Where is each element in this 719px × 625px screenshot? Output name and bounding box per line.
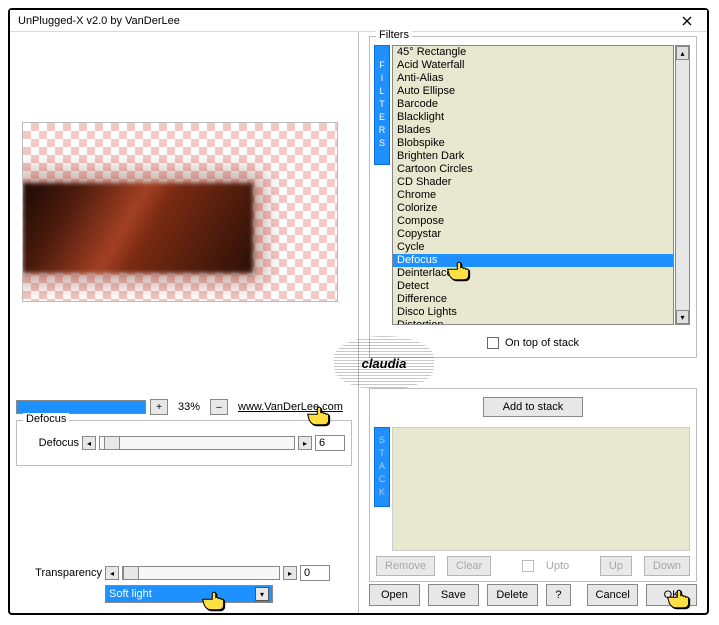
scroll-up-button[interactable]: ▴ xyxy=(676,46,689,60)
open-button[interactable]: Open xyxy=(369,584,420,606)
filter-item[interactable]: Defocus xyxy=(393,254,673,267)
filter-item[interactable]: Blades xyxy=(393,124,673,137)
stack-vtab[interactable]: STACK xyxy=(374,427,390,507)
close-icon xyxy=(682,16,692,26)
defocus-value-input[interactable] xyxy=(315,435,345,451)
ontop-checkbox[interactable] xyxy=(487,337,499,349)
filter-scrollbar[interactable]: ▴ ▾ xyxy=(675,45,690,325)
window-title: UnPlugged-X v2.0 by VanDerLee xyxy=(18,15,671,27)
filter-item[interactable]: Chrome xyxy=(393,189,673,202)
transparency-dec-button[interactable]: ◂ xyxy=(105,566,119,580)
filter-item[interactable]: 45° Rectangle xyxy=(393,46,673,59)
stack-list[interactable] xyxy=(392,427,690,551)
upto-label: Upto xyxy=(546,560,569,572)
filter-item[interactable]: Compose xyxy=(393,215,673,228)
filter-item[interactable]: Copystar xyxy=(393,228,673,241)
close-button[interactable] xyxy=(671,12,703,30)
delete-button[interactable]: Delete xyxy=(487,584,538,606)
filter-item[interactable]: CD Shader xyxy=(393,176,673,189)
filter-item[interactable]: Difference xyxy=(393,293,673,306)
defocus-legend: Defocus xyxy=(23,413,69,425)
filters-vtab[interactable]: FILTERS xyxy=(374,45,390,165)
zoom-out-button[interactable]: – xyxy=(210,399,228,415)
filter-item[interactable]: Cycle xyxy=(393,241,673,254)
filter-item[interactable]: Distortion xyxy=(393,319,673,325)
cancel-button[interactable]: Cancel xyxy=(587,584,638,606)
filter-item[interactable]: Blacklight xyxy=(393,111,673,124)
clear-button[interactable]: Clear xyxy=(447,556,491,576)
help-button[interactable]: ? xyxy=(546,584,571,606)
defocus-group: Defocus Defocus ◂ ▸ xyxy=(16,420,352,466)
transparency-inc-button[interactable]: ▸ xyxy=(283,566,297,580)
filter-item[interactable]: Detect xyxy=(393,280,673,293)
ok-button[interactable]: OK xyxy=(646,584,697,606)
filter-item[interactable]: Colorize xyxy=(393,202,673,215)
stack-group: Add to stack STACK Remove Clear Upto Up … xyxy=(369,388,697,582)
save-button[interactable]: Save xyxy=(428,584,479,606)
filter-item[interactable]: Brighten Dark xyxy=(393,150,673,163)
preview xyxy=(22,122,338,302)
transparency-slider[interactable] xyxy=(122,566,280,580)
zoom-percent: 33% xyxy=(172,401,206,413)
ontop-label: On top of stack xyxy=(505,337,579,349)
titlebar: UnPlugged-X v2.0 by VanDerLee xyxy=(10,10,707,32)
filter-item[interactable]: Acid Waterfall xyxy=(393,59,673,72)
remove-button[interactable]: Remove xyxy=(376,556,435,576)
filter-item[interactable]: Anti-Alias xyxy=(393,72,673,85)
blend-mode-value: Soft light xyxy=(109,588,152,600)
vendor-link[interactable]: www.VanDerLee.com xyxy=(238,401,343,413)
filter-item[interactable]: Auto Ellipse xyxy=(393,85,673,98)
chevron-down-icon: ▾ xyxy=(255,587,269,601)
filter-item[interactable]: Barcode xyxy=(393,98,673,111)
defocus-inc-button[interactable]: ▸ xyxy=(298,436,312,450)
scroll-down-button[interactable]: ▾ xyxy=(676,310,689,324)
filter-list[interactable]: 45° RectangleAcid WaterfallAnti-AliasAut… xyxy=(392,45,674,325)
blend-mode-select[interactable]: Soft light ▾ xyxy=(105,585,273,603)
up-button[interactable]: Up xyxy=(600,556,632,576)
add-to-stack-button[interactable]: Add to stack xyxy=(483,397,583,417)
upto-checkbox[interactable] xyxy=(522,560,534,572)
defocus-label: Defocus xyxy=(23,437,79,449)
transparency-value-input[interactable] xyxy=(300,565,330,581)
defocus-dec-button[interactable]: ◂ xyxy=(82,436,96,450)
preview-image xyxy=(23,183,253,273)
defocus-slider[interactable] xyxy=(99,436,295,450)
transparency-label: Transparency xyxy=(30,567,102,579)
zoom-bar[interactable] xyxy=(16,400,146,414)
filters-legend: Filters xyxy=(376,29,412,41)
zoom-in-button[interactable]: + xyxy=(150,399,168,415)
down-button[interactable]: Down xyxy=(644,556,690,576)
filter-item[interactable]: Deinterlace xyxy=(393,267,673,280)
filter-item[interactable]: Cartoon Circles xyxy=(393,163,673,176)
filters-group: Filters FILTERS 45° RectangleAcid Waterf… xyxy=(369,36,697,358)
filter-item[interactable]: Blobspike xyxy=(393,137,673,150)
filter-item[interactable]: Disco Lights xyxy=(393,306,673,319)
